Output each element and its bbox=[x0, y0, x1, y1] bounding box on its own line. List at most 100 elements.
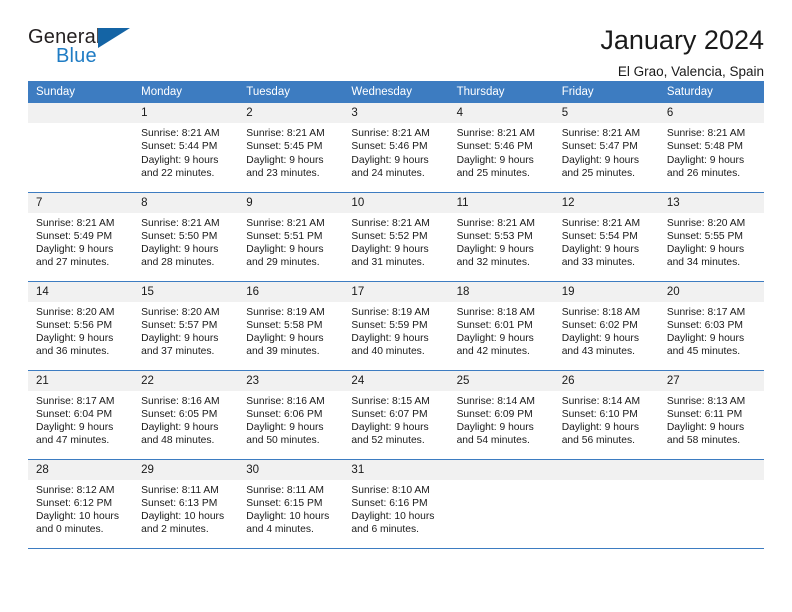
calendar-day-cell-empty bbox=[28, 103, 134, 193]
day-daylight-line1-text: Daylight: 9 hours bbox=[141, 154, 219, 166]
calendar-day-cell[interactable]: 14 Sunrise: 8:20 AM Sunset: 5:56 PM Dayligh… bbox=[28, 281, 134, 371]
day-daylight-line2-text: and 25 minutes. bbox=[561, 167, 635, 179]
day-details: Sunrise: 8:11 AM Sunset: 6:15 PM Daylight:… bbox=[238, 480, 343, 537]
day-number: 14 bbox=[28, 281, 134, 302]
calendar-day-cell[interactable]: 6 Sunrise: 8:21 AM Sunset: 5:48 PM Daylight… bbox=[658, 103, 764, 193]
day-sunset-text: Sunset: 6:04 PM bbox=[36, 408, 113, 420]
day-details: Sunrise: 8:17 AM Sunset: 6:03 PM Daylight:… bbox=[659, 302, 764, 359]
day-number: 8 bbox=[133, 192, 239, 213]
day-details: Sunrise: 8:21 AM Sunset: 5:53 PM Daylight:… bbox=[449, 213, 554, 270]
day-cell-inner: 28 Sunrise: 8:12 AM Sunset: 6:12 PM Dayligh… bbox=[28, 459, 134, 548]
day-sunrise-text: Sunrise: 8:14 AM bbox=[561, 395, 641, 407]
day-daylight-line2-text: and 47 minutes. bbox=[36, 435, 110, 447]
calendar-day-cell[interactable]: 19 Sunrise: 8:18 AM Sunset: 6:02 PM Dayligh… bbox=[553, 281, 659, 371]
calendar-day-cell[interactable]: 1 Sunrise: 8:21 AM Sunset: 5:44 PM Daylight… bbox=[133, 103, 239, 193]
day-daylight-line1-text: Daylight: 10 hours bbox=[36, 511, 119, 523]
day-cell-inner: 27 Sunrise: 8:13 AM Sunset: 6:11 PM Dayligh… bbox=[658, 370, 764, 459]
calendar-day-cell[interactable]: 22 Sunrise: 8:16 AM Sunset: 6:05 PM Dayligh… bbox=[133, 370, 239, 460]
calendar-day-cell[interactable]: 23 Sunrise: 8:16 AM Sunset: 6:06 PM Dayligh… bbox=[238, 370, 344, 460]
day-cell-inner: 9 Sunrise: 8:21 AM Sunset: 5:51 PM Daylight… bbox=[238, 192, 344, 281]
day-number: 9 bbox=[238, 192, 344, 213]
logo-triangle-icon bbox=[98, 28, 130, 48]
calendar-day-cell[interactable]: 21 Sunrise: 8:17 AM Sunset: 6:04 PM Dayligh… bbox=[28, 370, 134, 460]
day-sunset-text: Sunset: 5:48 PM bbox=[666, 141, 743, 153]
day-cell-inner: 16 Sunrise: 8:19 AM Sunset: 5:58 PM Dayligh… bbox=[238, 281, 344, 370]
calendar-day-cell[interactable]: 29 Sunrise: 8:11 AM Sunset: 6:13 PM Dayligh… bbox=[133, 459, 239, 549]
calendar-day-cell[interactable]: 12 Sunrise: 8:21 AM Sunset: 5:54 PM Dayligh… bbox=[553, 192, 659, 282]
calendar-day-cell[interactable]: 30 Sunrise: 8:11 AM Sunset: 6:15 PM Dayligh… bbox=[238, 459, 344, 549]
day-sunset-text: Sunset: 6:05 PM bbox=[141, 408, 218, 420]
calendar-day-cell[interactable]: 7 Sunrise: 8:21 AM Sunset: 5:49 PM Daylight… bbox=[28, 192, 134, 282]
calendar-day-cell[interactable]: 5 Sunrise: 8:21 AM Sunset: 5:47 PM Daylight… bbox=[553, 103, 659, 193]
day-daylight-line2-text: and 26 minutes. bbox=[666, 167, 741, 179]
day-details: Sunrise: 8:12 AM Sunset: 6:12 PM Daylight:… bbox=[28, 480, 133, 537]
calendar-day-cell[interactable]: 9 Sunrise: 8:21 AM Sunset: 5:51 PM Daylight… bbox=[238, 192, 344, 282]
calendar-day-cell[interactable]: 10 Sunrise: 8:21 AM Sunset: 5:52 PM Dayligh… bbox=[343, 192, 449, 282]
day-sunrise-text: Sunrise: 8:17 AM bbox=[666, 306, 746, 318]
day-daylight-line1-text: Daylight: 9 hours bbox=[561, 422, 639, 434]
day-cell-inner: 24 Sunrise: 8:15 AM Sunset: 6:07 PM Dayligh… bbox=[343, 370, 449, 459]
day-cell-inner: 25 Sunrise: 8:14 AM Sunset: 6:09 PM Dayligh… bbox=[448, 370, 554, 459]
weekday-header-wednesday: Wednesday bbox=[343, 81, 449, 103]
day-sunrise-text: Sunrise: 8:16 AM bbox=[246, 395, 325, 407]
calendar-day-cell[interactable]: 4 Sunrise: 8:21 AM Sunset: 5:46 PM Daylight… bbox=[448, 103, 554, 193]
weekday-header-sunday: Sunday bbox=[28, 81, 134, 103]
day-number: 15 bbox=[133, 281, 239, 302]
calendar-day-cell[interactable]: 17 Sunrise: 8:19 AM Sunset: 5:59 PM Dayligh… bbox=[343, 281, 449, 371]
calendar-day-cell[interactable]: 31 Sunrise: 8:10 AM Sunset: 6:16 PM Dayligh… bbox=[343, 459, 449, 549]
day-daylight-line2-text: and 50 minutes. bbox=[246, 435, 320, 447]
day-sunrise-text: Sunrise: 8:21 AM bbox=[456, 217, 535, 229]
day-number: 22 bbox=[133, 370, 239, 391]
day-sunset-text: Sunset: 5:44 PM bbox=[141, 141, 218, 153]
day-cell-inner: 18 Sunrise: 8:18 AM Sunset: 6:01 PM Dayligh… bbox=[448, 281, 554, 370]
day-daylight-line1-text: Daylight: 9 hours bbox=[351, 244, 429, 256]
day-details: Sunrise: 8:11 AM Sunset: 6:13 PM Daylight:… bbox=[133, 480, 238, 537]
calendar-day-cell[interactable]: 26 Sunrise: 8:14 AM Sunset: 6:10 PM Dayligh… bbox=[553, 370, 659, 460]
day-daylight-line1-text: Daylight: 9 hours bbox=[666, 422, 745, 434]
calendar-day-cell[interactable]: 24 Sunrise: 8:15 AM Sunset: 6:07 PM Dayligh… bbox=[343, 370, 449, 460]
day-daylight-line2-text: and 0 minutes. bbox=[36, 524, 104, 536]
location-subtitle: El Grao, Valencia, Spain bbox=[617, 63, 764, 79]
day-daylight-line2-text: and 45 minutes. bbox=[666, 346, 741, 358]
calendar-day-cell[interactable]: 3 Sunrise: 8:21 AM Sunset: 5:46 PM Daylight… bbox=[343, 103, 449, 193]
day-number: 3 bbox=[343, 103, 449, 123]
day-cell-inner: 8 Sunrise: 8:21 AM Sunset: 5:50 PM Daylight… bbox=[133, 192, 239, 281]
day-sunset-text: Sunset: 5:54 PM bbox=[561, 230, 638, 242]
day-details: Sunrise: 8:14 AM Sunset: 6:10 PM Daylight:… bbox=[554, 391, 659, 448]
day-details: Sunrise: 8:21 AM Sunset: 5:52 PM Daylight:… bbox=[343, 213, 448, 270]
calendar-day-cell[interactable]: 27 Sunrise: 8:13 AM Sunset: 6:11 PM Dayligh… bbox=[658, 370, 764, 460]
calendar-day-cell[interactable]: 16 Sunrise: 8:19 AM Sunset: 5:58 PM Dayligh… bbox=[238, 281, 344, 371]
day-number: 12 bbox=[553, 192, 659, 213]
day-sunrise-text: Sunrise: 8:21 AM bbox=[246, 217, 325, 229]
day-daylight-line1-text: Daylight: 9 hours bbox=[561, 244, 639, 256]
day-sunset-text: Sunset: 5:51 PM bbox=[246, 230, 323, 242]
calendar-day-cell[interactable]: 25 Sunrise: 8:14 AM Sunset: 6:09 PM Dayligh… bbox=[448, 370, 554, 460]
day-cell-inner: 29 Sunrise: 8:11 AM Sunset: 6:13 PM Dayligh… bbox=[133, 459, 239, 548]
day-number: 30 bbox=[238, 459, 344, 480]
day-sunrise-text: Sunrise: 8:21 AM bbox=[351, 217, 430, 229]
day-sunrise-text: Sunrise: 8:11 AM bbox=[141, 484, 219, 496]
calendar-day-cell[interactable]: 28 Sunrise: 8:12 AM Sunset: 6:12 PM Dayligh… bbox=[28, 459, 134, 549]
calendar-day-cell[interactable]: 11 Sunrise: 8:21 AM Sunset: 5:53 PM Dayligh… bbox=[448, 192, 554, 282]
day-daylight-line2-text: and 33 minutes. bbox=[561, 257, 635, 269]
calendar-day-cell[interactable]: 15 Sunrise: 8:20 AM Sunset: 5:57 PM Dayligh… bbox=[133, 281, 239, 371]
day-cell-inner: 11 Sunrise: 8:21 AM Sunset: 5:53 PM Dayligh… bbox=[448, 192, 554, 281]
day-daylight-line1-text: Daylight: 9 hours bbox=[666, 333, 745, 345]
day-sunrise-text: Sunrise: 8:12 AM bbox=[36, 484, 115, 496]
day-sunset-text: Sunset: 5:47 PM bbox=[561, 141, 638, 153]
calendar-day-cell[interactable]: 2 Sunrise: 8:21 AM Sunset: 5:45 PM Daylight… bbox=[238, 103, 344, 193]
day-daylight-line2-text: and 31 minutes. bbox=[351, 257, 425, 269]
calendar-day-cell[interactable]: 20 Sunrise: 8:17 AM Sunset: 6:03 PM Dayligh… bbox=[658, 281, 764, 371]
day-details: Sunrise: 8:10 AM Sunset: 6:16 PM Daylight:… bbox=[343, 480, 448, 537]
day-details: Sunrise: 8:21 AM Sunset: 5:45 PM Daylight:… bbox=[238, 123, 343, 180]
day-sunset-text: Sunset: 6:03 PM bbox=[666, 319, 743, 331]
day-daylight-line2-text: and 40 minutes. bbox=[351, 346, 425, 358]
calendar-day-cell[interactable]: 18 Sunrise: 8:18 AM Sunset: 6:01 PM Dayligh… bbox=[448, 281, 554, 371]
day-daylight-line2-text: and 48 minutes. bbox=[141, 435, 215, 447]
day-number: 25 bbox=[448, 370, 554, 391]
day-number: 10 bbox=[343, 192, 449, 213]
calendar-day-cell[interactable]: 13 Sunrise: 8:20 AM Sunset: 5:55 PM Dayligh… bbox=[658, 192, 764, 282]
day-sunrise-text: Sunrise: 8:20 AM bbox=[666, 217, 746, 229]
calendar-day-cell[interactable]: 8 Sunrise: 8:21 AM Sunset: 5:50 PM Daylight… bbox=[133, 192, 239, 282]
calendar-body: 1 Sunrise: 8:21 AM Sunset: 5:44 PM Daylight… bbox=[28, 103, 764, 549]
